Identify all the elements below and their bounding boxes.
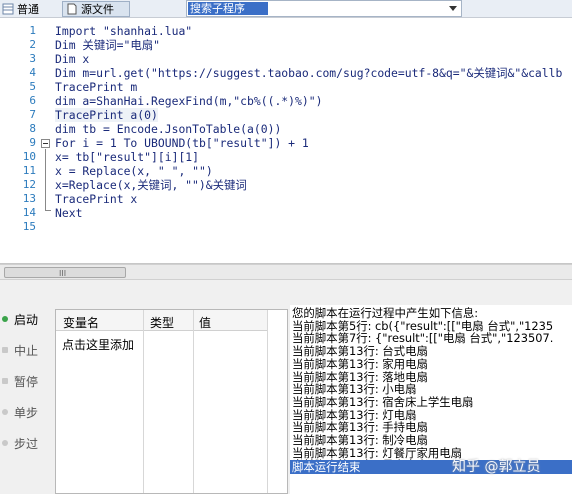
step-button[interactable]: 单步 bbox=[0, 401, 52, 423]
code-line[interactable]: Import "shanhai.lua" bbox=[55, 24, 192, 38]
fold-end bbox=[45, 210, 51, 211]
tab-source-label: 源文件 bbox=[81, 3, 114, 16]
code-line[interactable]: x = Replace(x, " ", "") bbox=[55, 164, 213, 178]
step-over-label: 步过 bbox=[14, 436, 39, 451]
scrollbar-thumb[interactable]: III bbox=[4, 267, 126, 278]
code-line[interactable]: TracePrint m bbox=[55, 80, 137, 94]
run-status-text: 脚本运行结束 bbox=[292, 460, 361, 474]
start-label: 启动 bbox=[14, 312, 39, 327]
column-header-name[interactable]: 变量名 bbox=[63, 314, 99, 331]
line-number: 2 bbox=[29, 38, 36, 51]
vertical-scrollbar[interactable] bbox=[267, 310, 287, 493]
line-number: 14 bbox=[22, 206, 36, 219]
step-label: 单步 bbox=[14, 405, 39, 420]
line-number: 15 bbox=[22, 220, 36, 233]
line-number: 10 bbox=[22, 150, 36, 163]
code-line[interactable]: Dim 关键词="电扇" bbox=[55, 38, 160, 52]
pause-icon bbox=[2, 378, 8, 384]
tab-source[interactable]: 源文件 bbox=[62, 1, 130, 17]
chevron-down-icon[interactable] bbox=[449, 6, 457, 11]
tab-normal-label: 普通 bbox=[17, 3, 39, 16]
code-line[interactable]: x=Replace(x,关键词, "")&关键词 bbox=[55, 178, 247, 192]
line-number: 9 bbox=[29, 136, 36, 149]
line-number: 5 bbox=[29, 80, 36, 93]
pause-label: 暂停 bbox=[14, 374, 39, 389]
output-line: 您的脚本在运行过程中产生如下信息: bbox=[292, 306, 479, 320]
code-line[interactable]: Next bbox=[55, 206, 82, 220]
column-header-value[interactable]: 值 bbox=[199, 314, 211, 331]
output-line: 当前脚本第13行: 制冷电扇 bbox=[292, 433, 428, 447]
play-icon bbox=[2, 316, 8, 322]
tab-normal[interactable]: 普通 bbox=[2, 1, 52, 17]
stop-button[interactable]: 中止 bbox=[0, 339, 52, 361]
start-button[interactable]: 启动 bbox=[0, 308, 52, 330]
variables-header: 变量名 类型 值 bbox=[56, 310, 287, 331]
code-line[interactable]: Dim x bbox=[55, 52, 89, 66]
output-line: 当前脚本第13行: 台式电扇 bbox=[292, 344, 428, 359]
pause-button[interactable]: 暂停 bbox=[0, 370, 52, 392]
stop-label: 中止 bbox=[14, 343, 39, 358]
step-over-button[interactable]: 步过 bbox=[0, 432, 52, 454]
line-number: 12 bbox=[22, 178, 36, 191]
output-line: 当前脚本第13行: 宿舍床上学生电扇 bbox=[292, 394, 474, 409]
line-number: 13 bbox=[22, 192, 36, 205]
line-number: 4 bbox=[29, 66, 36, 79]
toolbar: 普通 源文件 搜索子程序 bbox=[0, 0, 572, 18]
function-select-value: 搜索子程序 bbox=[188, 2, 268, 15]
stop-icon bbox=[2, 347, 8, 353]
function-select[interactable]: 搜索子程序 bbox=[186, 0, 462, 17]
step-icon bbox=[2, 409, 8, 415]
line-number: 11 bbox=[22, 164, 36, 177]
code-line[interactable]: Dim m=url.get("https://suggest.taobao.co… bbox=[55, 66, 562, 80]
line-number: 3 bbox=[29, 52, 36, 65]
file-icon bbox=[67, 3, 77, 15]
add-variable-row[interactable]: 点击这里添加 bbox=[62, 336, 134, 353]
fold-toggle-icon[interactable] bbox=[41, 139, 50, 148]
line-number: 6 bbox=[29, 94, 36, 107]
code-line[interactable]: x= tb["result"][i][1] bbox=[55, 150, 199, 164]
column-divider bbox=[143, 310, 144, 493]
line-number: 1 bbox=[29, 24, 36, 37]
code-line[interactable]: TracePrint x bbox=[55, 192, 137, 206]
column-divider bbox=[193, 310, 194, 493]
output-line: 当前脚本第13行: 家用电扇 bbox=[292, 356, 428, 371]
column-header-type[interactable]: 类型 bbox=[150, 314, 174, 331]
code-line[interactable]: For i = 1 To UBOUND(tb["result"]) + 1 bbox=[55, 136, 309, 150]
output-line: 当前脚本第13行: 小电扇 bbox=[292, 382, 417, 397]
splitter[interactable] bbox=[0, 281, 572, 307]
code-editor[interactable]: 1 Import "shanhai.lua" 2 Dim 关键词="电扇" 3 Dim x… bbox=[0, 18, 572, 264]
code-line[interactable]: dim a=ShanHai.RegexFind(m,"cb%((.*)%)") bbox=[55, 94, 322, 108]
line-number: 8 bbox=[29, 122, 36, 135]
step-over-icon bbox=[2, 440, 8, 446]
watermark: 知乎 @郭立员 bbox=[452, 459, 541, 475]
variables-panel[interactable]: 变量名 类型 值 点击这里添加 bbox=[55, 309, 288, 494]
grid-icon bbox=[2, 3, 14, 15]
code-line[interactable]: TracePrint a(0) bbox=[55, 108, 158, 122]
horizontal-scrollbar[interactable]: III bbox=[0, 264, 572, 280]
line-number: 7 bbox=[29, 108, 36, 121]
code-line[interactable]: dim tb = Encode.JsonToTable(a(0)) bbox=[55, 122, 281, 136]
fold-guide bbox=[45, 149, 46, 210]
